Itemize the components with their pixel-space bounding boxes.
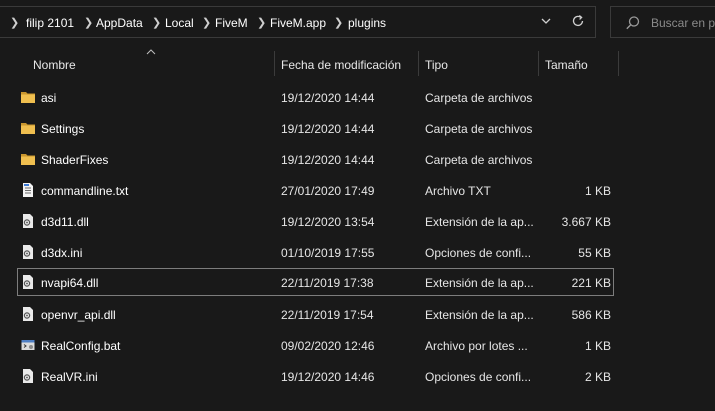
file-row[interactable]: Settings 19/12/2020 14:44 Carpeta de arc… xyxy=(17,114,614,142)
file-size: 3.667 KB xyxy=(561,215,611,229)
file-row[interactable]: commandline.txt 27/01/2020 17:49 Archivo… xyxy=(17,176,614,204)
file-row[interactable]: asi 19/12/2020 14:44 Carpeta de archivos xyxy=(17,83,614,111)
file-date: 22/11/2019 17:54 xyxy=(281,308,374,322)
file-type: Extensión de la ap... xyxy=(425,276,534,290)
file-name: Settings xyxy=(41,122,85,136)
file-row[interactable]: RealVR.ini 19/12/2020 14:46 Opciones de … xyxy=(17,362,614,390)
file-type: Extensión de la ap... xyxy=(425,308,534,322)
file-date: 19/12/2020 14:46 xyxy=(281,370,375,384)
breadcrumb-separator-icon: ❯ xyxy=(10,17,20,29)
dll-file-icon xyxy=(20,306,36,322)
file-name: RealConfig.bat xyxy=(41,339,121,353)
column-header-type[interactable]: Tipo xyxy=(425,58,448,72)
file-date: 19/12/2020 13:54 xyxy=(281,215,375,229)
file-row[interactable]: openvr_api.dll 22/11/2019 17:54 Extensió… xyxy=(17,300,614,328)
file-name: RealVR.ini xyxy=(41,370,98,384)
file-name: commandline.txt xyxy=(41,184,129,198)
breadcrumb-item[interactable]: AppData xyxy=(96,16,143,30)
folder-icon xyxy=(20,120,36,136)
column-header-date[interactable]: Fecha de modificación xyxy=(281,58,401,72)
file-name: d3dx.ini xyxy=(41,246,83,260)
column-header-size[interactable]: Tamaño xyxy=(545,58,588,72)
file-row[interactable]: d3dx.ini 01/10/2019 17:55 Opciones de co… xyxy=(17,238,614,266)
file-row[interactable]: RealConfig.bat 09/02/2020 12:46 Archivo … xyxy=(17,331,614,359)
breadcrumb-separator-icon[interactable]: ❯ xyxy=(334,16,343,29)
search-input[interactable]: Buscar en pl xyxy=(651,16,715,30)
file-date: 19/12/2020 14:44 xyxy=(281,122,375,136)
file-date: 09/02/2020 12:46 xyxy=(281,339,375,353)
address-bar[interactable]: ❯ filip 2101 ❯ AppData ❯ Local ❯ FiveM ❯… xyxy=(0,6,596,38)
file-name: openvr_api.dll xyxy=(41,308,116,322)
history-dropdown-icon[interactable] xyxy=(537,14,555,32)
breadcrumb-separator-icon[interactable]: ❯ xyxy=(257,16,266,29)
file-type: Archivo por lotes ... xyxy=(425,339,528,353)
batch-file-icon xyxy=(20,337,36,353)
sort-ascending-icon xyxy=(146,48,156,59)
file-date: 19/12/2020 14:44 xyxy=(281,153,375,167)
file-type: Opciones de confi... xyxy=(425,246,532,260)
search-icon xyxy=(625,15,641,31)
file-date: 19/12/2020 14:44 xyxy=(281,91,375,105)
ini-file-icon xyxy=(20,368,36,384)
file-type: Opciones de confi... xyxy=(425,370,532,384)
folder-icon xyxy=(20,89,36,105)
file-name: asi xyxy=(41,91,57,105)
file-date: 22/11/2019 17:38 xyxy=(281,276,374,290)
file-size: 2 KB xyxy=(584,370,611,384)
breadcrumb-separator-icon[interactable]: ❯ xyxy=(202,16,211,29)
file-type: Carpeta de archivos xyxy=(425,122,533,136)
column-divider[interactable] xyxy=(418,51,419,76)
file-type: Archivo TXT xyxy=(425,184,491,198)
breadcrumb-separator-icon[interactable]: ❯ xyxy=(152,16,161,29)
column-header: Nombre Fecha de modificación Tipo Tamaño xyxy=(0,48,715,78)
column-divider[interactable] xyxy=(618,51,619,76)
file-type: Carpeta de archivos xyxy=(425,91,533,105)
file-size: 586 KB xyxy=(571,308,611,322)
file-name: nvapi64.dll xyxy=(41,276,99,290)
dll-file-icon xyxy=(20,274,36,290)
text-file-icon xyxy=(20,182,36,198)
search-box[interactable]: Buscar en pl xyxy=(610,6,715,38)
file-type: Extensión de la ap... xyxy=(425,215,534,229)
file-size: 1 KB xyxy=(584,339,611,353)
column-divider[interactable] xyxy=(274,51,275,76)
folder-icon xyxy=(20,151,36,167)
file-size: 1 KB xyxy=(584,184,611,198)
breadcrumb-item-current[interactable]: plugins xyxy=(348,16,386,30)
file-name: d3d11.dll xyxy=(41,215,89,229)
file-size: 55 KB xyxy=(578,246,611,260)
column-divider[interactable] xyxy=(538,51,539,76)
breadcrumb-item[interactable]: filip 2101 xyxy=(26,16,74,30)
file-row[interactable]: ShaderFixes 19/12/2020 14:44 Carpeta de … xyxy=(17,145,614,173)
file-row[interactable]: d3d11.dll 19/12/2020 13:54 Extensión de … xyxy=(17,207,614,235)
breadcrumb-item[interactable]: Local xyxy=(165,16,194,30)
breadcrumb-item[interactable]: FiveM.app xyxy=(270,16,326,30)
refresh-icon[interactable] xyxy=(569,14,587,32)
ini-file-icon xyxy=(20,244,36,260)
breadcrumb-separator-icon[interactable]: ❯ xyxy=(84,16,93,29)
file-name: ShaderFixes xyxy=(41,153,109,167)
file-date: 27/01/2020 17:49 xyxy=(281,184,375,198)
dll-file-icon xyxy=(20,213,36,229)
breadcrumb-item[interactable]: FiveM xyxy=(215,16,248,30)
file-date: 01/10/2019 17:55 xyxy=(281,246,375,260)
column-header-name[interactable]: Nombre xyxy=(33,58,76,72)
file-size: 221 KB xyxy=(571,276,611,290)
file-row-selected[interactable]: nvapi64.dll 22/11/2019 17:38 Extensión d… xyxy=(17,268,614,296)
file-type: Carpeta de archivos xyxy=(425,153,533,167)
